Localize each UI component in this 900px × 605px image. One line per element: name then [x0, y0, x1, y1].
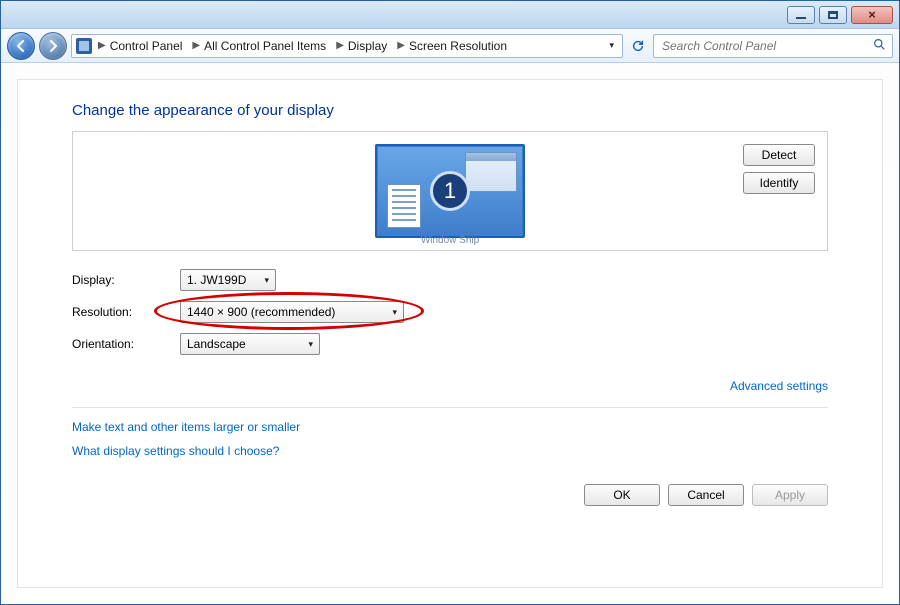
monitor-doc-graphic	[387, 184, 421, 228]
toolbar: ▶ Control Panel ▶ All Control Panel Item…	[1, 29, 899, 63]
breadcrumb-label: Screen Resolution	[409, 39, 507, 53]
window-close-button[interactable]: ×	[851, 6, 893, 24]
chevron-right-icon: ▶	[192, 40, 200, 51]
advanced-settings-link[interactable]: Advanced settings	[730, 379, 828, 393]
window-maximize-button[interactable]	[819, 6, 847, 24]
breadcrumb-label: Display	[348, 39, 387, 53]
breadcrumb[interactable]: ▶ All Control Panel Items	[188, 39, 330, 53]
search-icon	[873, 38, 886, 54]
display-combo-value: 1. JW199D	[187, 273, 246, 287]
cancel-button[interactable]: Cancel	[668, 484, 744, 506]
chevron-right-icon: ▶	[397, 40, 405, 51]
chevron-down-icon: ▾	[392, 307, 397, 318]
chevron-down-icon: ▾	[264, 275, 269, 286]
window-minimize-button[interactable]	[787, 6, 815, 24]
watermark-text: Window Snip	[421, 235, 479, 246]
detect-button[interactable]: Detect	[743, 144, 815, 166]
refresh-button[interactable]	[627, 35, 649, 57]
screen-resolution-window: × ▶ Control Panel ▶ All Control Panel It…	[0, 0, 900, 605]
apply-button[interactable]: Apply	[752, 484, 828, 506]
breadcrumb[interactable]: ▶ Display	[332, 39, 391, 53]
identify-button[interactable]: Identify	[743, 172, 815, 194]
address-bar[interactable]: ▶ Control Panel ▶ All Control Panel Item…	[71, 34, 623, 58]
breadcrumb-label: All Control Panel Items	[204, 39, 326, 53]
display-label: Display:	[72, 273, 168, 287]
control-panel-icon	[76, 38, 92, 54]
larger-text-link[interactable]: Make text and other items larger or smal…	[72, 420, 828, 434]
settings-form: Display: 1. JW199D ▾ Resolution: 1440 × …	[72, 269, 828, 355]
titlebar: ×	[1, 1, 899, 29]
chevron-right-icon: ▶	[336, 40, 344, 51]
page-body: Change the appearance of your display 1 …	[17, 79, 883, 588]
ok-button[interactable]: OK	[584, 484, 660, 506]
resolution-combo-value: 1440 × 900 (recommended)	[187, 305, 335, 319]
resolution-label: Resolution:	[72, 305, 168, 319]
page-title: Change the appearance of your display	[72, 102, 828, 119]
monitor-thumbnail[interactable]: 1 Window Snip	[375, 144, 525, 238]
back-button[interactable]	[7, 32, 35, 60]
help-link[interactable]: What display settings should I choose?	[72, 444, 828, 458]
breadcrumb-label: Control Panel	[110, 39, 183, 53]
monitor-window-graphic	[465, 152, 517, 192]
content-area: Change the appearance of your display 1 …	[1, 63, 899, 604]
address-history-dropdown[interactable]: ▾	[609, 40, 614, 51]
orientation-combo[interactable]: Landscape ▾	[180, 333, 320, 355]
resolution-combo[interactable]: 1440 × 900 (recommended) ▾	[180, 301, 404, 323]
search-box[interactable]	[653, 34, 893, 58]
chevron-down-icon: ▾	[308, 339, 313, 350]
orientation-combo-value: Landscape	[187, 337, 246, 351]
dialog-buttons: OK Cancel Apply	[72, 484, 828, 506]
breadcrumb[interactable]: ▶ Screen Resolution	[393, 39, 511, 53]
breadcrumb[interactable]: ▶ Control Panel	[94, 39, 186, 53]
monitor-number-badge: 1	[430, 171, 470, 211]
orientation-label: Orientation:	[72, 337, 168, 351]
display-preview: 1 Window Snip Detect Identify	[72, 131, 828, 251]
chevron-right-icon: ▶	[98, 40, 106, 51]
display-combo[interactable]: 1. JW199D ▾	[180, 269, 276, 291]
forward-button[interactable]	[39, 32, 67, 60]
search-input[interactable]	[660, 38, 873, 54]
